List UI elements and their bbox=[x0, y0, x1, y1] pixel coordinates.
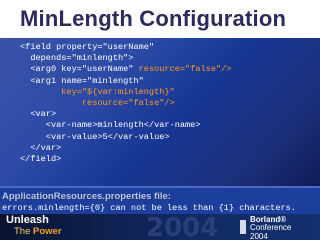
title-bar: MinLength Configuration bbox=[0, 0, 320, 36]
tagline-power: Power bbox=[33, 226, 62, 237]
borland-logo-icon bbox=[240, 220, 246, 234]
code-block: <field property="userName" depends="minl… bbox=[20, 42, 320, 165]
code-line: <arg0 key="userName" resource="false"/> bbox=[20, 64, 320, 75]
code-line: <field property="userName" bbox=[20, 42, 155, 52]
resources-line: errors.minlength={0} can not be less tha… bbox=[2, 203, 296, 213]
code-line: </field> bbox=[20, 154, 62, 165]
tagline: The Power bbox=[14, 226, 62, 237]
unleash-logo-text: Unleash bbox=[6, 214, 49, 226]
code-panel: <field property="userName" depends="minl… bbox=[0, 38, 320, 188]
footer-banner: Unleash The Power 2004 Borland® Conferen… bbox=[0, 214, 320, 240]
resources-title: ApplicationResources.properties file: bbox=[2, 191, 171, 202]
conference-logo: Borland® Conference 2004 bbox=[250, 215, 291, 240]
conference-year: 2004 bbox=[250, 231, 268, 240]
highlighted-code-line: key="${var:minlength}" bbox=[20, 86, 175, 97]
banner-year: 2004 bbox=[146, 214, 219, 240]
highlighted-code-line: resource="false"/> bbox=[20, 98, 175, 109]
code-line: depends="minlength"> bbox=[20, 53, 134, 64]
code-line: <var> bbox=[20, 109, 57, 120]
slide-title: MinLength Configuration bbox=[20, 6, 287, 31]
highlighted-code-text: resource="false"/> bbox=[138, 64, 232, 75]
code-line: <var-value>5</var-value> bbox=[20, 131, 170, 142]
code-line: </var> bbox=[20, 142, 62, 153]
code-line: <var-name>minlength</var-name> bbox=[20, 120, 201, 131]
code-text: <arg0 key="userName" bbox=[20, 64, 139, 75]
code-line: <arg1 name="minlength" bbox=[20, 75, 144, 86]
resources-panel: ApplicationResources.properties file: er… bbox=[0, 186, 320, 216]
tagline-the: The bbox=[14, 226, 34, 237]
